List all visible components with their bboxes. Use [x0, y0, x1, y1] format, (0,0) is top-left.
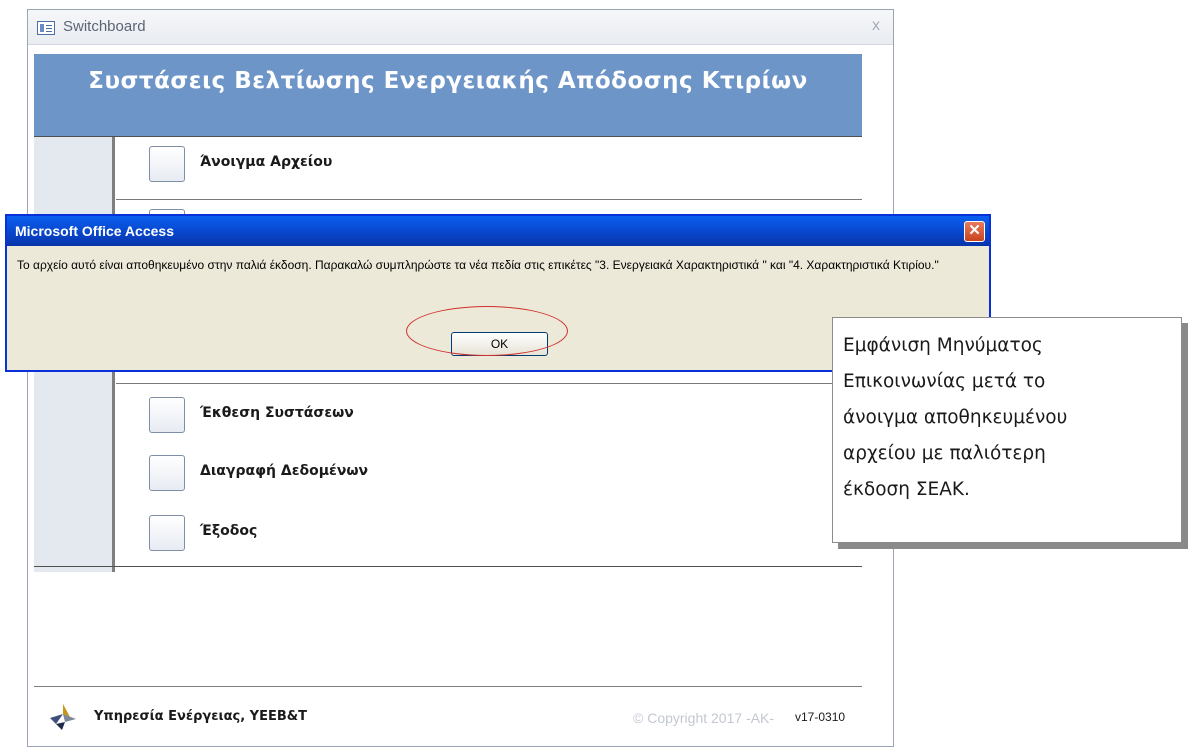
menu-item-label: Άνοιγμα Αρχείου	[200, 154, 333, 170]
version-text: v17-0310	[795, 710, 846, 724]
menu-item-delete-data[interactable]: Διαγραφή Δεδομένων	[116, 447, 862, 499]
dialog-close-icon[interactable]: ✕	[964, 221, 985, 242]
switchboard-window: Switchboard x Συστάσεις Βελτίωσης Ενεργε…	[27, 9, 894, 747]
form-icon	[37, 21, 55, 35]
divider	[34, 566, 862, 567]
report-button[interactable]	[149, 397, 185, 433]
copyright-text: © Copyright 2017 -AK-	[633, 710, 775, 726]
dialog-title: Microsoft Office Access	[15, 223, 174, 239]
menu-item-exit[interactable]: Έξοδος	[116, 507, 862, 559]
menu-item-label: Διαγραφή Δεδομένων	[200, 463, 369, 479]
organization-name: Υπηρεσία Ενέργειας, ΥΕΕΒ&Τ	[94, 709, 307, 724]
open-file-button[interactable]	[149, 146, 185, 182]
divider	[34, 136, 862, 137]
delete-data-button[interactable]	[149, 455, 185, 491]
menu-item-open-file[interactable]: Άνοιγμα Αρχείου	[116, 138, 862, 190]
footer-divider	[34, 686, 862, 687]
divider	[116, 383, 862, 384]
callout-text: Εμφάνιση Μηνύματος Επικοινωνίας μετά το …	[843, 335, 1068, 500]
close-icon[interactable]: x	[872, 17, 880, 35]
annotation-callout: Εμφάνιση Μηνύματος Επικοινωνίας μετά το …	[832, 317, 1182, 543]
menu-item-label: Έξοδος	[200, 523, 258, 539]
exit-button[interactable]	[149, 515, 185, 551]
switchboard-header: Συστάσεις Βελτίωσης Ενεργειακής Απόδοσης…	[34, 54, 862, 136]
dialog-titlebar: Microsoft Office Access ✕	[7, 216, 989, 246]
ok-highlight-ellipse	[406, 306, 568, 356]
menu-item-label: Έκθεση Συστάσεων	[200, 405, 354, 421]
menu-item-report[interactable]: Έκθεση Συστάσεων	[116, 389, 862, 441]
page-title: Συστάσεις Βελτίωσης Ενεργειακής Απόδοσης…	[88, 68, 808, 94]
switchboard-titlebar: Switchboard x	[28, 10, 893, 45]
divider	[116, 199, 862, 200]
organization-logo-icon	[50, 704, 76, 730]
window-title: Switchboard	[63, 18, 146, 35]
dialog-message: Το αρχείο αυτό είναι αποθηκευμένο στην π…	[17, 258, 939, 272]
